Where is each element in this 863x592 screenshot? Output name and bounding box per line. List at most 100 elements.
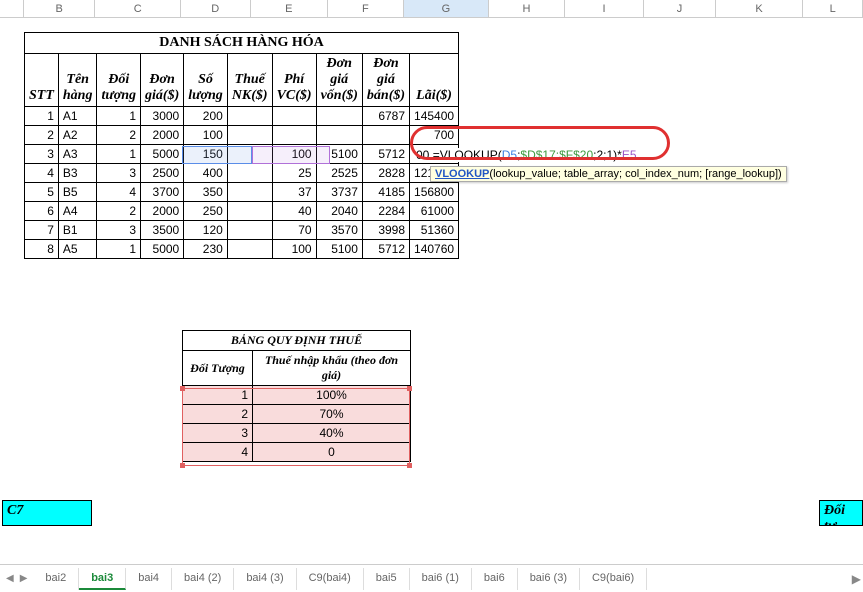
table-row[interactable]: 7B133500120703570399851360 [25,221,459,240]
lookup-row[interactable]: 40 [183,443,411,462]
cell[interactable]: 2000 [141,202,184,221]
nav-prev-icon[interactable]: ◀ [4,573,16,584]
table-row[interactable]: 2A222000100700 [25,126,459,145]
cell[interactable]: 1 [183,386,253,405]
cell[interactable] [272,107,316,126]
table-row[interactable]: 4B3325004002525252828121200 [25,164,459,183]
lookup-row[interactable]: 1100% [183,386,411,405]
col-header-I[interactable]: I [565,0,645,17]
sheet-tab[interactable]: bai4 (3) [234,568,296,590]
main-data-table[interactable]: DANH SÁCH HÀNG HÓA STT Tên hàng Đối tượn… [24,32,459,259]
cell[interactable]: 100 [272,240,316,259]
cell[interactable]: 3 [97,221,141,240]
cell[interactable] [316,107,362,126]
cell[interactable]: 25 [272,164,316,183]
lookup-row[interactable]: 270% [183,405,411,424]
cell[interactable]: 5 [25,183,59,202]
sheet-tab[interactable]: C9(bai6) [580,568,647,590]
cell[interactable] [227,183,272,202]
cell[interactable]: 5000 [141,145,184,164]
cell[interactable]: 2000 [141,126,184,145]
tab-nav-arrows[interactable]: ◀ ▶ [0,573,33,584]
cell[interactable]: 5712 [362,240,409,259]
cell[interactable] [227,107,272,126]
cell[interactable]: 3 [97,164,141,183]
cell[interactable]: B3 [58,164,97,183]
cell[interactable]: 100 [272,145,316,164]
cell[interactable] [227,221,272,240]
cell[interactable]: B1 [58,221,97,240]
sheet-tab[interactable]: bai4 (2) [172,568,234,590]
cell[interactable]: 2500 [141,164,184,183]
sheet-tab[interactable]: bai4 [126,568,172,590]
cell[interactable]: 200 [184,107,228,126]
cell[interactable]: 250 [184,202,228,221]
cell[interactable]: 3 [183,424,253,443]
cell[interactable]: 3998 [362,221,409,240]
floating-cell-left[interactable]: C7 [2,500,92,526]
table-row[interactable]: 6A422000250402040228461000 [25,202,459,221]
sheet-tab[interactable]: bai6 (3) [518,568,580,590]
cell[interactable]: A5 [58,240,97,259]
cell[interactable]: 120 [184,221,228,240]
cell[interactable]: 2 [97,202,141,221]
cell[interactable]: 5100 [316,240,362,259]
formula-editing-cell[interactable]: 00 =VLOOKUP(D5;$D$17:$F$20;2;1)*E5 [416,148,637,162]
col-header-K[interactable]: K [716,0,803,17]
table-row[interactable]: 3A3150001501005100571291800 [25,145,459,164]
cell[interactable] [227,202,272,221]
cell[interactable]: 140760 [410,240,459,259]
cell[interactable]: 2 [25,126,59,145]
cell[interactable]: 61000 [410,202,459,221]
cell[interactable]: B5 [58,183,97,202]
cell[interactable]: 150 [184,145,228,164]
cell[interactable]: 156800 [410,183,459,202]
cell[interactable]: 70 [272,221,316,240]
cell[interactable]: 3570 [316,221,362,240]
table-row[interactable]: 8A51500023010051005712140760 [25,240,459,259]
floating-cell-right[interactable]: Đối tư [819,500,863,526]
cell[interactable]: 2 [97,126,141,145]
cell[interactable]: A1 [58,107,97,126]
sheet-tab[interactable]: bai6 [472,568,518,590]
cell[interactable] [272,126,316,145]
table-row[interactable]: 1A1130002006787145400 [25,107,459,126]
spreadsheet-area[interactable]: B C D E F G H I J K L DANH SÁCH HÀNG HÓA… [0,0,863,560]
cell[interactable]: 3700 [141,183,184,202]
col-header-F[interactable]: F [328,0,404,17]
cell[interactable]: 1 [97,240,141,259]
cell[interactable]: 4 [97,183,141,202]
cell[interactable]: 3737 [316,183,362,202]
sheet-tab[interactable]: C9(bai4) [297,568,364,590]
tooltip-fn-link[interactable]: VLOOKUP [435,168,489,180]
col-header-D[interactable]: D [181,0,251,17]
cell[interactable]: 6 [25,202,59,221]
cell[interactable]: 2040 [316,202,362,221]
cell[interactable]: A3 [58,145,97,164]
cell[interactable]: 400 [184,164,228,183]
sheet-tab[interactable]: bai5 [364,568,410,590]
cell[interactable] [227,164,272,183]
sheet-tab[interactable]: bai3 [79,568,126,590]
col-header-E[interactable]: E [251,0,329,17]
col-header-L[interactable]: L [803,0,863,17]
cell[interactable]: 37 [272,183,316,202]
cell[interactable]: A2 [58,126,97,145]
cell[interactable]: 40 [272,202,316,221]
cell[interactable]: 3 [25,145,59,164]
cell[interactable] [316,126,362,145]
cell[interactable]: 1 [97,145,141,164]
col-header-C[interactable]: C [95,0,181,17]
cell[interactable]: 5712 [362,145,409,164]
cell[interactable]: 7 [25,221,59,240]
cell[interactable] [227,126,272,145]
lookup-table[interactable]: BẢNG QUY ĐỊNH THUẾ Đối Tượng Thuế nhập k… [182,330,411,462]
cell[interactable]: 1 [25,107,59,126]
cell[interactable]: 100 [184,126,228,145]
cell[interactable]: 8 [25,240,59,259]
cell[interactable] [227,145,272,164]
cell[interactable]: 2828 [362,164,409,183]
cell[interactable] [227,240,272,259]
cell[interactable]: 51360 [410,221,459,240]
col-header-B[interactable]: B [24,0,96,17]
